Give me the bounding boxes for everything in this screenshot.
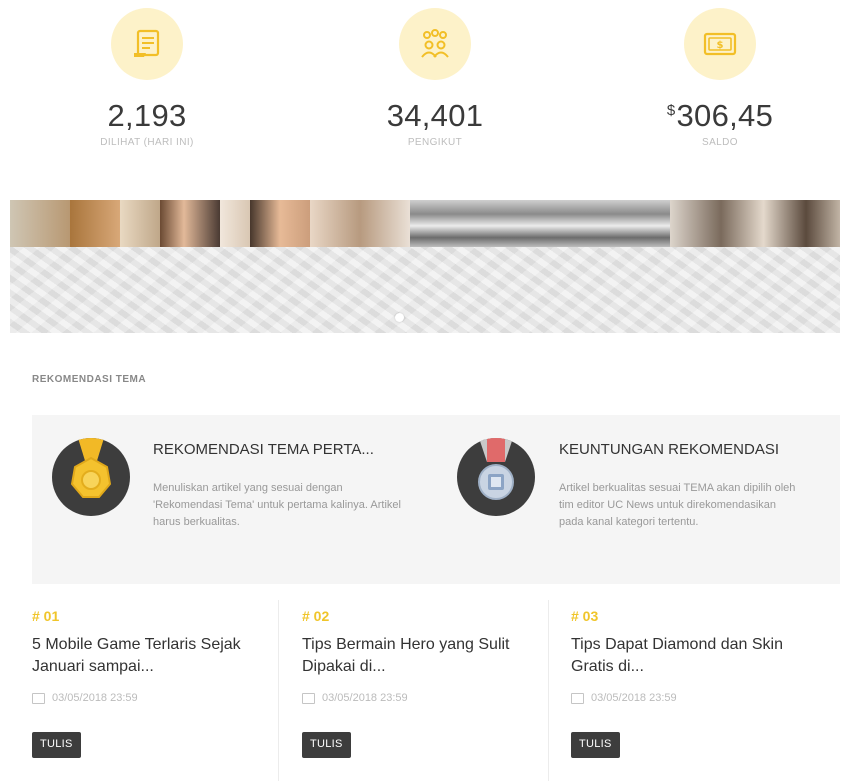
article-date: 03/05/2018 23:59 xyxy=(302,692,547,704)
article-title[interactable]: 5 Mobile Game Terlaris Sejak Januari sam… xyxy=(32,634,277,678)
column-divider xyxy=(548,600,549,781)
svg-text:$: $ xyxy=(717,40,724,51)
section-title: REKOMENDASI TEMA xyxy=(32,374,147,385)
recommendation-card[interactable]: KEUNTUNGAN REKOMENDASI Artikel berkualit… xyxy=(436,415,840,584)
column-divider xyxy=(278,600,279,781)
article-date: 03/05/2018 23:59 xyxy=(32,692,277,704)
recommendation-card[interactable]: REKOMENDASI TEMA PERTA... Menuliskan art… xyxy=(32,415,436,584)
recommendation-title: REKOMENDASI TEMA PERTA... xyxy=(153,441,374,458)
stat-label: SALDO xyxy=(702,137,738,148)
article-date: 03/05/2018 23:59 xyxy=(571,692,816,704)
stat-balance: $ $306,45 SALDO xyxy=(590,0,841,148)
write-button[interactable]: TULIS xyxy=(32,732,81,758)
stat-followers: 34,401 PENGIKUT xyxy=(305,0,565,148)
money-icon: $ xyxy=(684,8,756,80)
banner-carousel[interactable] xyxy=(10,200,840,333)
article-card[interactable]: # 01 5 Mobile Game Terlaris Sejak Januar… xyxy=(32,608,277,781)
stat-label: PENGIKUT xyxy=(407,137,463,148)
stats-row: 2,193 DILIHAT (HARI INI) 34,401 PENGIKUT… xyxy=(0,0,841,190)
currency-symbol: $ xyxy=(666,101,676,119)
document-icon xyxy=(111,8,183,80)
article-title[interactable]: Tips Bermain Hero yang Sulit Dipakai di.… xyxy=(302,634,547,678)
article-card[interactable]: # 02 Tips Bermain Hero yang Sulit Dipaka… xyxy=(302,608,547,781)
write-button[interactable]: TULIS xyxy=(571,732,620,758)
followers-icon xyxy=(399,8,471,80)
recommendation-title: KEUNTUNGAN REKOMENDASI xyxy=(559,441,780,458)
recommendation-box: REKOMENDASI TEMA PERTA... Menuliskan art… xyxy=(32,415,840,584)
gold-medal-icon xyxy=(52,438,130,516)
recommendation-description: Artikel berkualitas sesuai TEMA akan dip… xyxy=(559,482,796,528)
article-rank: # 03 xyxy=(571,608,599,624)
stat-views: 2,193 DILIHAT (HARI INI) xyxy=(17,0,277,148)
stat-label: DILIHAT (HARI INI) xyxy=(100,137,194,148)
recommendation-description: Menuliskan artikel yang sesuai dengan 'R… xyxy=(153,482,401,528)
calendar-icon xyxy=(571,692,584,704)
carousel-indicator-dot[interactable] xyxy=(395,313,404,322)
calendar-icon xyxy=(32,692,45,704)
article-card[interactable]: # 03 Tips Dapat Diamond dan Skin Gratis … xyxy=(571,608,816,781)
calendar-icon xyxy=(302,692,315,704)
write-button[interactable]: TULIS xyxy=(302,732,351,758)
article-title[interactable]: Tips Dapat Diamond dan Skin Gratis di... xyxy=(571,634,816,678)
article-rank: # 01 xyxy=(32,608,60,624)
banner-image xyxy=(10,200,840,247)
stat-value: 2,193 xyxy=(107,98,187,133)
silver-medal-icon xyxy=(457,438,535,516)
article-rank: # 02 xyxy=(302,608,330,624)
stat-value: $306,45 xyxy=(666,98,774,133)
stat-value: 34,401 xyxy=(386,98,484,133)
